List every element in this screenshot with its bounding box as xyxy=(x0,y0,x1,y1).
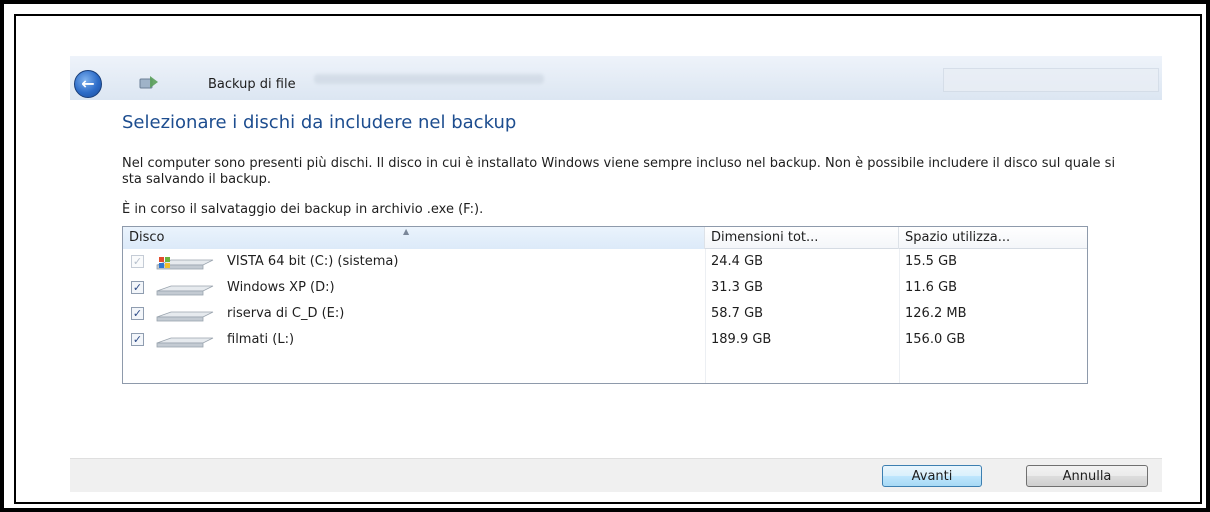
disk-used: 15.5 GB xyxy=(905,254,958,269)
sort-ascending-icon: ▲ xyxy=(403,227,410,236)
list-header: Disco ▲ Dimensioni tot... Spazio utilizz… xyxy=(123,227,1087,249)
disk-size: 24.4 GB xyxy=(711,254,764,269)
title-bar: ← Backup di file xyxy=(70,56,1162,100)
column-header-disk[interactable]: Disco xyxy=(123,227,705,249)
button-bar: Avanti Annulla xyxy=(70,458,1162,492)
backup-destination-info: È in corso il salvataggio dei backup in … xyxy=(122,202,484,217)
disk-name: VISTA 64 bit (C:) (sistema) xyxy=(227,254,399,269)
checkbox[interactable]: ✓ xyxy=(131,333,144,346)
disk-size: 58.7 GB xyxy=(711,306,764,321)
window-title: Backup di file xyxy=(208,77,296,92)
backup-window: ← Backup di file Selezionare i dischi da… xyxy=(70,56,1162,492)
checkbox[interactable]: ✓ xyxy=(131,307,144,320)
disk-used: 126.2 MB xyxy=(905,306,967,321)
disk-size: 189.9 GB xyxy=(711,332,772,347)
table-row[interactable]: ✓ Windows XP (D:) 31.3 GB 11.6 GB xyxy=(123,275,1087,301)
table-row[interactable]: ✓ riserva di C_D (E:) 58.7 GB 126.2 MB xyxy=(123,301,1087,327)
disk-name: riserva di C_D (E:) xyxy=(227,306,345,321)
drive-icon xyxy=(156,285,214,296)
disk-list: Disco ▲ Dimensioni tot... Spazio utilizz… xyxy=(122,226,1088,384)
backup-app-icon xyxy=(139,76,158,89)
column-header-used[interactable]: Spazio utilizza... xyxy=(899,227,1087,249)
checkbox[interactable]: ✓ xyxy=(131,281,144,294)
next-button[interactable]: Avanti xyxy=(882,465,982,487)
disk-used: 156.0 GB xyxy=(905,332,966,347)
windows-drive-icon xyxy=(156,257,214,270)
disk-size: 31.3 GB xyxy=(711,280,764,295)
table-row[interactable]: ✓ filmati (L:) 189.9 GB 156.0 GB xyxy=(123,327,1087,353)
cancel-button[interactable]: Annulla xyxy=(1026,465,1148,487)
back-arrow-icon[interactable]: ← xyxy=(74,70,102,98)
disk-used: 11.6 GB xyxy=(905,280,958,295)
drive-icon xyxy=(156,337,214,348)
blurred-breadcrumb xyxy=(314,74,544,84)
disk-name: filmati (L:) xyxy=(227,332,295,347)
outer-frame: ← Backup di file Selezionare i dischi da… xyxy=(0,0,1210,512)
page-heading: Selezionare i dischi da includere nel ba… xyxy=(122,112,517,133)
column-header-size[interactable]: Dimensioni tot... xyxy=(705,227,899,249)
table-row[interactable]: ✓ VISTA 64 bit (C:) (sistema) 24.4 GB 15… xyxy=(123,249,1087,275)
disk-name: Windows XP (D:) xyxy=(227,280,335,295)
search-box[interactable] xyxy=(943,68,1159,92)
description-text: Nel computer sono presenti più dischi. I… xyxy=(122,156,1116,187)
drive-icon xyxy=(156,311,214,322)
checkbox-disabled: ✓ xyxy=(131,255,144,268)
